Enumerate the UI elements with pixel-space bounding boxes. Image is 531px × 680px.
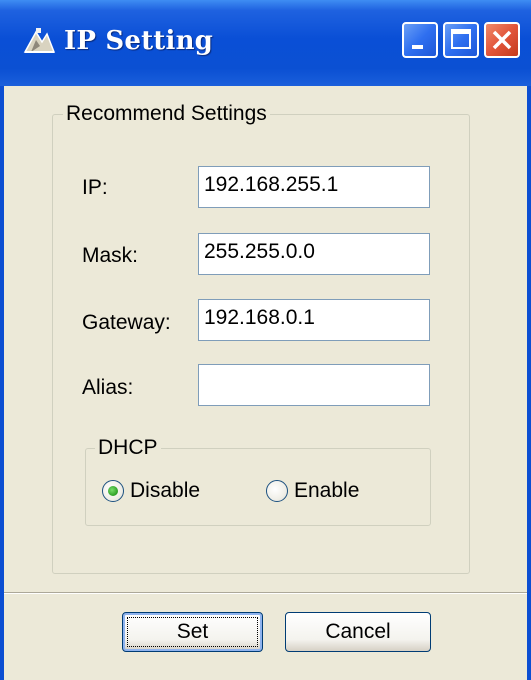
dhcp-enable-radio[interactable] bbox=[266, 480, 288, 502]
window-border-right bbox=[527, 86, 531, 680]
dhcp-disable-label[interactable]: Disable bbox=[130, 479, 200, 503]
cancel-button[interactable]: Cancel bbox=[285, 612, 431, 652]
footer-separator bbox=[4, 592, 527, 594]
maximize-button[interactable] bbox=[443, 22, 479, 58]
gateway-input[interactable]: 192.168.0.1 bbox=[198, 299, 430, 341]
dhcp-disable-radio[interactable] bbox=[102, 480, 124, 502]
window-title: IP Setting bbox=[64, 26, 214, 56]
mask-input[interactable]: 255.255.0.0 bbox=[198, 233, 430, 275]
ip-setting-dialog: IP Setting Recommend Settings IP: 192.16… bbox=[0, 0, 531, 680]
recommend-settings-title: Recommend Settings bbox=[63, 102, 270, 126]
dhcp-enable-label[interactable]: Enable bbox=[294, 479, 359, 503]
cancel-button-label: Cancel bbox=[325, 620, 391, 643]
close-button[interactable] bbox=[484, 22, 520, 58]
focus-rectangle bbox=[127, 617, 258, 647]
close-icon bbox=[492, 30, 512, 50]
set-button[interactable]: Set bbox=[122, 612, 263, 652]
radio-selected-dot bbox=[108, 486, 118, 496]
title-bar[interactable]: IP Setting bbox=[0, 0, 531, 86]
alias-label: Alias: bbox=[82, 376, 134, 399]
gateway-label: Gateway: bbox=[82, 311, 171, 334]
minimize-button[interactable] bbox=[402, 22, 438, 58]
window-border-left bbox=[0, 86, 4, 680]
ip-label: IP: bbox=[82, 176, 108, 199]
alias-input[interactable] bbox=[198, 364, 430, 406]
ip-input[interactable]: 192.168.255.1 bbox=[198, 166, 430, 208]
maximize-icon bbox=[451, 29, 471, 49]
minimize-icon bbox=[412, 45, 423, 49]
mask-label: Mask: bbox=[82, 244, 139, 267]
dhcp-title: DHCP bbox=[95, 436, 161, 460]
network-setup-icon bbox=[22, 24, 56, 58]
